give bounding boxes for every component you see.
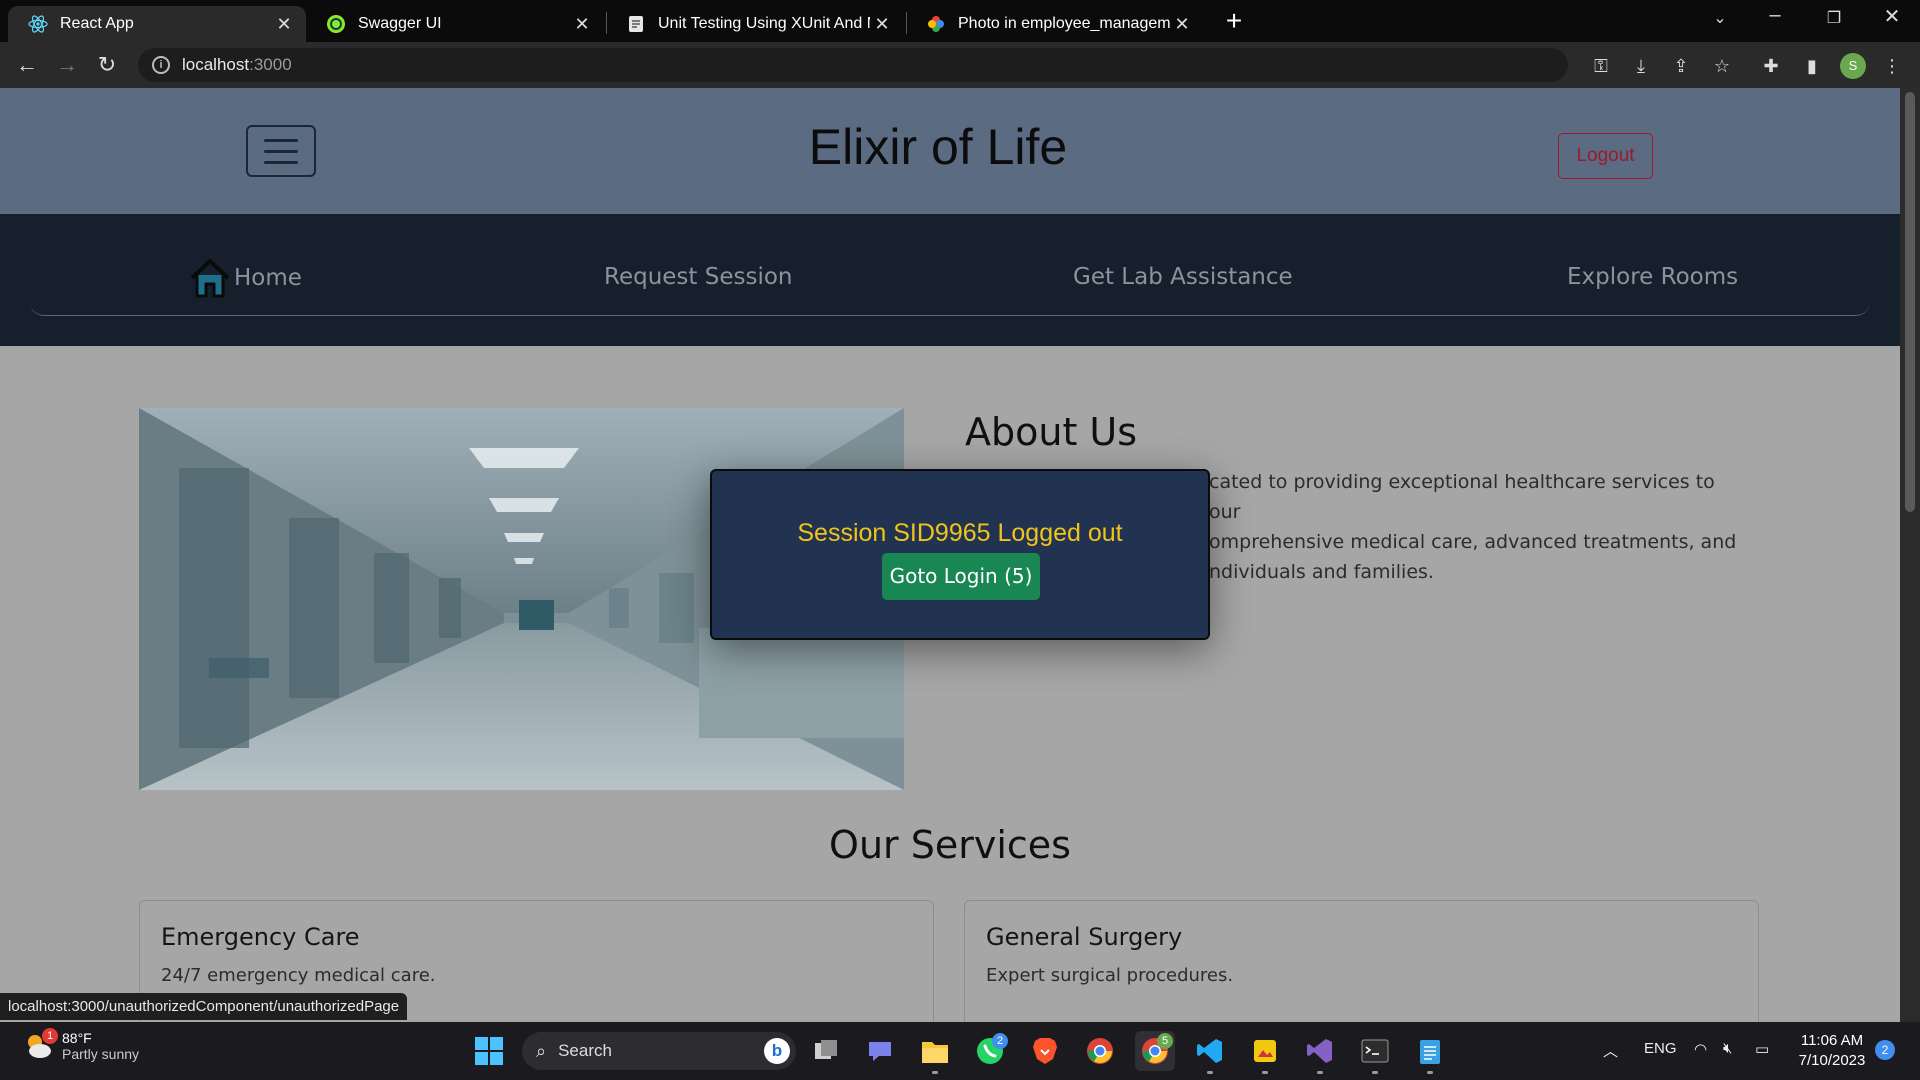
whatsapp-badge: 2: [992, 1033, 1008, 1049]
address-bar-row: ← → ↻ i localhost:3000 ⚿ ⤓ ⇪ ☆ ✚ ▮ ⋮: [0, 42, 1920, 88]
chrome-menu-icon[interactable]: ⋮: [1880, 54, 1904, 78]
url-input[interactable]: i localhost:3000: [138, 48, 1568, 82]
react-icon: [28, 14, 48, 34]
tab-search-icon[interactable]: ⌄: [1700, 8, 1740, 28]
file-explorer-icon[interactable]: [915, 1031, 955, 1074]
site-nav: Home Request Session Get Lab Assistance …: [0, 214, 1900, 346]
service-desc: Expert surgical procedures.: [986, 965, 1234, 986]
language-indicator[interactable]: ENG: [1644, 1040, 1677, 1057]
service-title: General Surgery: [986, 923, 1183, 951]
vscode-icon[interactable]: [1190, 1031, 1230, 1074]
goto-login-button[interactable]: Goto Login (5): [882, 553, 1040, 600]
chrome-icon[interactable]: [1080, 1031, 1120, 1071]
minimize-icon[interactable]: –: [1755, 4, 1795, 27]
sticky-photo-app-icon[interactable]: [1245, 1031, 1285, 1074]
profile-avatar[interactable]: S: [1840, 53, 1866, 79]
nav-explore-rooms[interactable]: Explore Rooms: [1567, 264, 1738, 290]
chrome-badge: 5: [1157, 1033, 1173, 1049]
status-bar-link: localhost:3000/unauthorizedComponent/una…: [0, 993, 408, 1020]
forward-icon[interactable]: →: [53, 52, 81, 80]
url-text: localhost:3000: [182, 55, 292, 74]
battery-icon[interactable]: ▭: [1755, 1040, 1769, 1058]
clock-date: 7/10/2023: [1798, 1052, 1866, 1069]
reload-icon[interactable]: ↻: [93, 52, 121, 80]
session-logout-modal: Session SID9965 Logged out Goto Login (5…: [710, 469, 1210, 640]
nav-inner: Home Request Session Get Lab Assistance …: [30, 214, 1870, 316]
weather-temp: 88°F: [62, 1030, 92, 1046]
weather-condition: Partly sunny: [62, 1046, 140, 1062]
tab-title: React App: [60, 15, 134, 32]
restore-icon[interactable]: ❐: [1814, 8, 1854, 28]
back-icon[interactable]: ←: [13, 52, 41, 80]
close-window-icon[interactable]: ✕: [1872, 4, 1912, 29]
nav-home[interactable]: Home: [188, 256, 302, 300]
modal-message: Session SID9965 Logged out: [797, 519, 1123, 547]
service-card-surgery: General Surgery Expert surgical procedur…: [964, 900, 1759, 1022]
nav-lab-assistance[interactable]: Get Lab Assistance: [1073, 264, 1293, 290]
swagger-icon: [326, 14, 346, 34]
new-tab-icon[interactable]: +: [1220, 7, 1248, 36]
volume-muted-icon[interactable]: 🔇︎: [1723, 1040, 1732, 1057]
tab-swagger-ui[interactable]: Swagger UI ✕: [306, 6, 604, 42]
nav-request-session[interactable]: Request Session: [604, 264, 793, 290]
scrollbar-thumb[interactable]: [1905, 92, 1915, 512]
service-title: Emergency Care: [161, 923, 360, 951]
notepad-icon[interactable]: [1410, 1031, 1450, 1074]
close-icon[interactable]: ✕: [870, 14, 894, 35]
tab-title: Swagger UI: [358, 15, 442, 32]
nav-home-label: Home: [234, 265, 302, 291]
search-icon: ⌕: [536, 1040, 547, 1061]
weather-icon: 1: [22, 1028, 58, 1062]
tab-photo[interactable]: Photo in employee_management ✕: [906, 6, 1204, 42]
taskbar-search[interactable]: ⌕ Search b: [522, 1032, 796, 1070]
services-title: Our Services: [829, 823, 1071, 867]
article-icon: [626, 14, 646, 34]
tab-react-app[interactable]: React App ✕: [8, 6, 306, 42]
visual-studio-icon[interactable]: [1300, 1031, 1340, 1074]
logout-button[interactable]: Logout: [1558, 133, 1653, 179]
taskbar-clock[interactable]: 11:06 AM 7/10/2023: [1796, 1031, 1868, 1071]
install-icon[interactable]: ⤓: [1629, 54, 1653, 78]
tab-title: Photo in employee_management: [958, 15, 1170, 32]
side-panel-icon[interactable]: ▮: [1800, 54, 1824, 78]
close-icon[interactable]: ✕: [570, 14, 594, 35]
close-icon[interactable]: ✕: [272, 14, 296, 35]
service-desc: 24/7 emergency medical care.: [161, 965, 436, 986]
home-icon: [190, 259, 230, 298]
search-label: Search: [558, 1041, 612, 1060]
notification-badge[interactable]: 2: [1875, 1040, 1895, 1060]
photos-icon: [926, 14, 946, 34]
windows-taskbar: 1 88°F Partly sunny ⌕ Search b 2 5 ︿ ENG…: [0, 1022, 1920, 1080]
chrome-profile-icon[interactable]: 5: [1135, 1031, 1175, 1071]
share-icon[interactable]: ⇪: [1669, 54, 1693, 78]
browser-tab-bar: React App ✕ Swagger UI ✕ Unit Testing Us…: [0, 0, 1920, 42]
weather-widget[interactable]: 1 88°F Partly sunny: [22, 1028, 140, 1062]
site-info-icon[interactable]: i: [152, 56, 170, 74]
brave-icon[interactable]: [1025, 1031, 1065, 1071]
weather-badge: 1: [42, 1028, 58, 1044]
bookmark-star-icon[interactable]: ☆: [1710, 54, 1734, 78]
close-icon[interactable]: ✕: [1170, 14, 1194, 35]
tray-overflow-icon[interactable]: ︿: [1603, 1040, 1618, 1061]
tab-unit-testing[interactable]: Unit Testing Using XUnit And MC ✕: [606, 6, 904, 42]
clock-time: 11:06 AM: [1800, 1032, 1864, 1049]
bing-icon: b: [764, 1038, 790, 1064]
wifi-icon[interactable]: ◠: [1694, 1040, 1707, 1058]
extensions-icon[interactable]: ✚: [1759, 54, 1783, 78]
key-icon[interactable]: ⚿: [1589, 54, 1613, 78]
terminal-icon[interactable]: [1355, 1031, 1395, 1074]
teams-chat-icon[interactable]: [860, 1031, 900, 1071]
site-header: Elixir of Life Logout: [0, 88, 1900, 214]
about-title: About Us: [965, 410, 1138, 454]
page-scrollbar[interactable]: [1900, 88, 1920, 1022]
start-icon[interactable]: [469, 1031, 509, 1071]
whatsapp-icon[interactable]: 2: [970, 1031, 1010, 1071]
task-view-icon[interactable]: [806, 1031, 846, 1071]
tab-title: Unit Testing Using XUnit And MC: [658, 15, 870, 32]
